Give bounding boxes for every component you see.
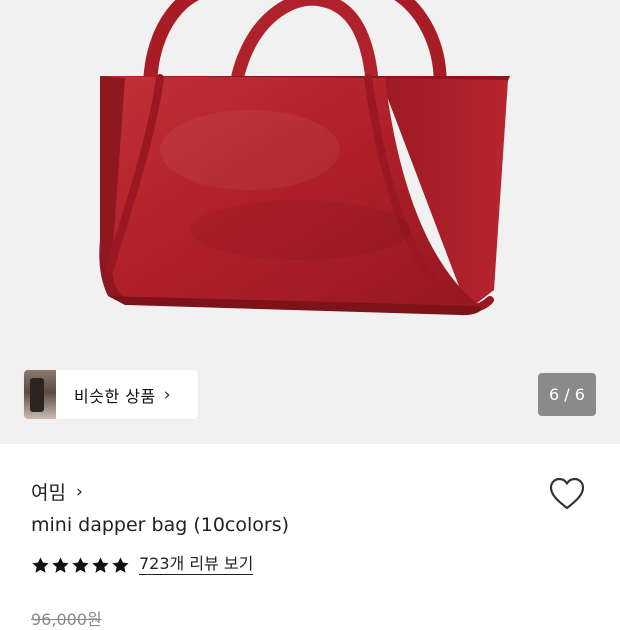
star-icon (52, 556, 69, 573)
similar-products-button[interactable]: 비슷한 상품 › (24, 370, 198, 419)
rating-row: 723개 리뷰 보기 (31, 555, 254, 575)
product-image-gallery[interactable]: 비슷한 상품 › 6 / 6 (0, 0, 620, 444)
review-link[interactable]: 723개 리뷰 보기 (139, 555, 254, 575)
similar-product-thumbnail (24, 370, 56, 419)
chevron-right-icon: › (75, 481, 83, 502)
brand-link[interactable]: 여밈 › (31, 478, 83, 505)
star-icon (72, 556, 89, 573)
image-counter: 6 / 6 (538, 373, 596, 416)
original-price: 96,000원 (31, 610, 102, 629)
chevron-right-icon: › (163, 384, 171, 405)
star-icon (112, 556, 129, 573)
brand-name: 여밈 (31, 482, 66, 504)
similar-products-label: 비슷한 상품 (74, 386, 156, 406)
heart-icon[interactable] (548, 475, 586, 513)
rating-stars (31, 556, 131, 575)
star-icon (32, 556, 49, 573)
star-icon (92, 556, 109, 573)
product-title: mini dapper bag (10colors) (31, 514, 290, 536)
